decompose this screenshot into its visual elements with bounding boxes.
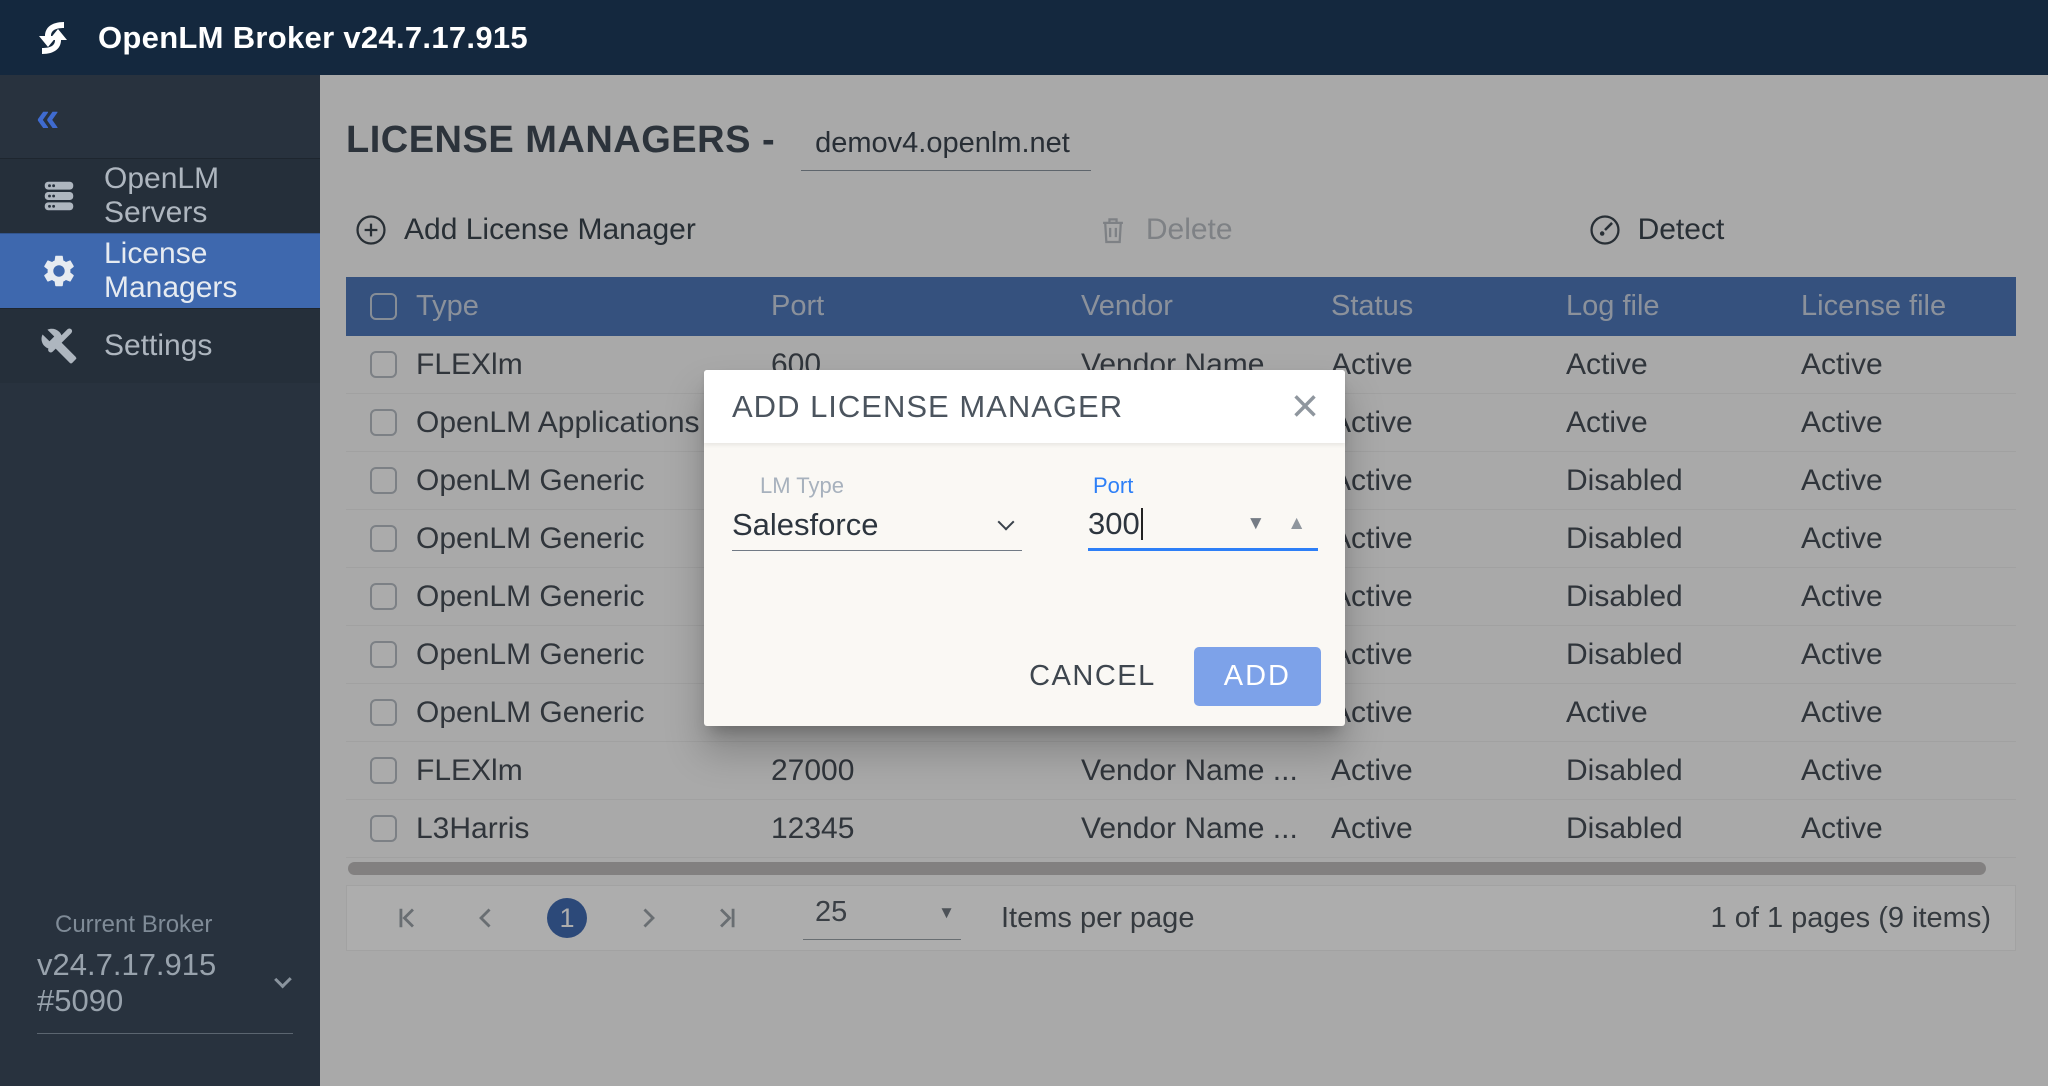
lm-type-field: LM Type Salesforce: [732, 473, 1022, 551]
dialog-header: ADD LICENSE MANAGER ×: [704, 370, 1345, 443]
current-broker-box: Current Broker v24.7.17.915 #5090: [37, 911, 293, 1034]
openlm-logo-icon: [30, 15, 76, 61]
add-button[interactable]: ADD: [1194, 647, 1321, 706]
sidebar-item-label: License Managers: [104, 237, 320, 305]
port-field: Port 300 ▼ ▲: [1088, 473, 1318, 551]
spinner-down-icon[interactable]: ▼: [1246, 513, 1265, 535]
current-broker-label: Current Broker: [55, 911, 293, 939]
spinner-up-icon[interactable]: ▲: [1287, 513, 1306, 535]
port-spinners: ▼ ▲: [1246, 513, 1318, 535]
sidebar-item-openlm-servers[interactable]: OpenLM Servers: [0, 158, 320, 233]
dialog-title: ADD LICENSE MANAGER: [732, 389, 1123, 425]
sidebar-collapse-button[interactable]: «: [0, 75, 320, 158]
servers-icon: [40, 177, 78, 215]
sidebar-item-label: OpenLM Servers: [104, 162, 320, 230]
add-license-manager-dialog: ADD LICENSE MANAGER × LM Type Salesforce…: [704, 370, 1345, 726]
app-root: OpenLM Broker v24.7.17.915 « OpenLM Serv…: [0, 0, 2048, 1086]
sidebar: « OpenLM Servers License Managers: [0, 75, 320, 1086]
text-cursor: [1141, 508, 1143, 540]
tools-icon: [40, 327, 78, 365]
lm-type-label: LM Type: [760, 473, 1022, 499]
sidebar-item-label: Settings: [104, 329, 212, 363]
lm-type-value: Salesforce: [732, 507, 878, 543]
gear-icon: [40, 252, 78, 290]
port-value: 300: [1088, 506, 1140, 542]
dialog-actions: CANCEL ADD: [1011, 647, 1321, 706]
chevron-down-icon: [998, 513, 1015, 530]
current-broker-value: v24.7.17.915 #5090: [37, 947, 277, 1019]
lm-type-select[interactable]: Salesforce: [732, 499, 1022, 551]
port-label: Port: [1093, 473, 1318, 499]
port-input[interactable]: 300 ▼ ▲: [1088, 499, 1318, 551]
close-icon[interactable]: ×: [1291, 392, 1319, 422]
sidebar-item-settings[interactable]: Settings: [0, 308, 320, 383]
sidebar-item-license-managers[interactable]: License Managers: [0, 233, 320, 308]
cancel-button[interactable]: CANCEL: [1011, 648, 1174, 705]
app-title: OpenLM Broker v24.7.17.915: [98, 20, 528, 56]
top-bar: OpenLM Broker v24.7.17.915: [0, 0, 2048, 75]
dialog-fields: LM Type Salesforce Port 300 ▼ ▲: [704, 443, 1345, 551]
current-broker-select[interactable]: v24.7.17.915 #5090: [37, 939, 293, 1034]
collapse-icon: «: [36, 93, 59, 141]
